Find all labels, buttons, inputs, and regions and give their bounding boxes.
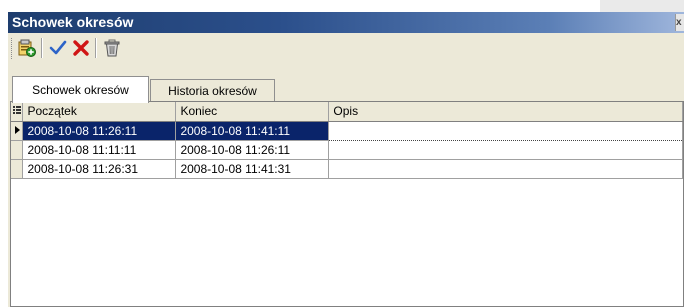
- toolbar-separator: [95, 38, 97, 58]
- cell-end[interactable]: 2008-10-08 11:26:11: [175, 140, 330, 160]
- toolbar: [8, 33, 684, 63]
- table-row[interactable]: 2008-10-08 11:26:11 2008-10-08 11:41:11: [11, 120, 683, 141]
- tab-label: Schowek okresów: [32, 83, 129, 97]
- tab-historia[interactable]: Historia okresów: [150, 79, 275, 101]
- window-title: Schowek okresów: [12, 14, 134, 30]
- table-row[interactable]: 2008-10-08 11:11:11 2008-10-08 11:26:11: [11, 140, 683, 160]
- clipboard-window: Schowek okresów x Schowek okresów Histor…: [8, 12, 684, 307]
- close-button[interactable]: x: [675, 14, 684, 31]
- checkmark-icon: [49, 40, 67, 55]
- delete-button[interactable]: [70, 37, 92, 59]
- row-indicator: [11, 159, 24, 179]
- row-indicator: [11, 121, 24, 141]
- toolbar-grip[interactable]: [11, 38, 14, 59]
- periods-grid: Początek Koniec Opis 2008-10-08 11:26:11…: [10, 101, 684, 307]
- delete-x-icon: [73, 40, 89, 56]
- cell-start[interactable]: 2008-10-08 11:26:11: [22, 121, 177, 141]
- trash-icon: [104, 39, 120, 57]
- column-chooser[interactable]: [11, 102, 24, 122]
- column-list-icon: [12, 106, 21, 115]
- table-row[interactable]: 2008-10-08 11:26:31 2008-10-08 11:41:31: [11, 159, 683, 179]
- tab-schowek[interactable]: Schowek okresów: [12, 76, 149, 103]
- trash-button[interactable]: [101, 37, 123, 59]
- current-row-arrow-icon: [14, 125, 20, 134]
- toolbar-separator: [41, 38, 43, 58]
- tab-control: Schowek okresów Historia okresów Począte…: [8, 63, 684, 307]
- cell-end[interactable]: 2008-10-08 11:41:11: [175, 121, 330, 141]
- cell-start[interactable]: 2008-10-08 11:11:11: [22, 140, 177, 160]
- add-period-icon: [18, 39, 36, 57]
- tab-label: Historia okresów: [168, 83, 257, 98]
- cell-description[interactable]: [328, 159, 683, 179]
- cell-description[interactable]: [328, 120, 683, 141]
- column-header-description[interactable]: Opis: [328, 102, 683, 122]
- column-header-start[interactable]: Początek: [22, 102, 177, 122]
- add-period-button[interactable]: [16, 37, 38, 59]
- row-indicator: [11, 140, 24, 160]
- column-header-end[interactable]: Koniec: [175, 102, 330, 122]
- table-header-row: Początek Koniec Opis: [11, 102, 683, 122]
- cell-start[interactable]: 2008-10-08 11:26:31: [22, 159, 177, 179]
- cell-description[interactable]: [328, 140, 683, 160]
- periods-table: Początek Koniec Opis 2008-10-08 11:26:11…: [11, 102, 683, 179]
- cell-end[interactable]: 2008-10-08 11:41:31: [175, 159, 330, 179]
- window-titlebar: Schowek okresów x: [8, 12, 684, 33]
- confirm-button[interactable]: [47, 37, 69, 59]
